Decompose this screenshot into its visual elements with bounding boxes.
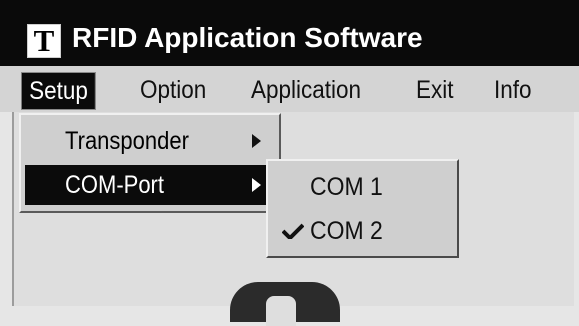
background-graphic xyxy=(230,282,340,326)
app-icon[interactable]: T xyxy=(27,24,61,58)
app-window: T RFID Application Software Setup Option… xyxy=(0,0,579,326)
menu-option[interactable]: Option xyxy=(140,72,206,108)
submenu-arrow-icon xyxy=(252,134,261,148)
menu-item-com-port[interactable]: COM-Port xyxy=(25,165,275,205)
menu-item-label: Transponder xyxy=(65,127,189,155)
setup-dropdown: Transponder COM-Port xyxy=(19,113,281,213)
checkmark-icon xyxy=(282,223,304,239)
com-port-submenu: COM 1 COM 2 xyxy=(266,159,459,258)
menu-item-label: COM 1 xyxy=(310,173,383,201)
menu-exit[interactable]: Exit xyxy=(416,72,454,108)
menu-item-label: COM 2 xyxy=(310,217,383,245)
menu-item-transponder[interactable]: Transponder xyxy=(25,121,275,161)
title-bar[interactable]: T RFID Application Software xyxy=(0,0,579,66)
menu-item-com2[interactable]: COM 2 xyxy=(272,211,453,251)
menu-item-com1[interactable]: COM 1 xyxy=(272,167,453,207)
menu-item-label: COM-Port xyxy=(65,171,164,199)
menu-info[interactable]: Info xyxy=(494,72,532,108)
menu-bar: Setup Option Application Exit Info xyxy=(0,66,579,112)
menu-setup[interactable]: Setup xyxy=(21,72,97,110)
window-title: RFID Application Software xyxy=(72,22,423,53)
submenu-arrow-icon xyxy=(252,178,261,192)
menu-application[interactable]: Application xyxy=(251,72,361,108)
